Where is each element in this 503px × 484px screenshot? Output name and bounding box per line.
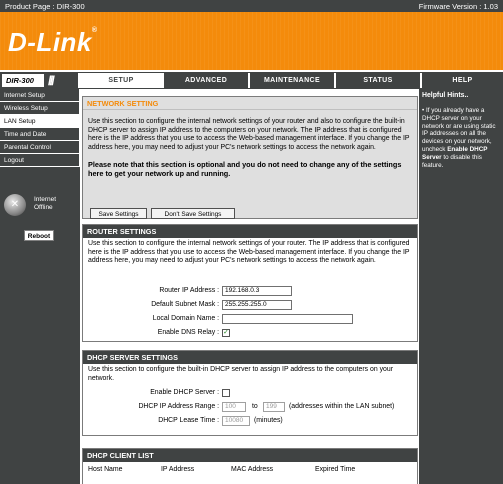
- offline-x-icon: ✕: [10, 199, 20, 210]
- top-bar: Product Page : DIR-300 Firmware Version …: [0, 0, 503, 12]
- dlink-logo: D-Link®: [8, 27, 98, 58]
- subnet-mask-label: Default Subnet Mask :: [151, 301, 219, 308]
- dont-save-settings-button[interactable]: Don't Save Settings: [151, 208, 235, 219]
- column-mac-address: MAC Address: [231, 466, 274, 473]
- dhcp-range-start-input[interactable]: 100: [222, 402, 246, 412]
- product-page-label: Product Page : DIR-300: [5, 2, 85, 11]
- dhcp-lease-label: DHCP Lease Time :: [158, 417, 219, 424]
- enable-dhcp-label: Enable DHCP Server :: [150, 389, 219, 396]
- main-content: NETWORK SETTING Use this section to conf…: [82, 91, 418, 484]
- dhcp-lease-input[interactable]: 10080: [222, 416, 250, 426]
- network-setting-note: Please note that this section is optiona…: [88, 160, 402, 178]
- dhcp-lease-unit: (minutes): [254, 417, 283, 424]
- slashes-decoration: ///: [48, 73, 55, 88]
- column-host-name: Host Name: [88, 466, 123, 473]
- router-ip-input[interactable]: 192.168.0.3: [222, 286, 292, 296]
- tab-help[interactable]: HELP: [420, 73, 503, 88]
- dhcp-server-section: DHCP SERVER SETTINGS Use this section to…: [82, 350, 418, 436]
- router-ip-label: Router IP Address :: [159, 287, 219, 294]
- internet-status-line2: Offline: [34, 204, 53, 211]
- internet-status: ✕ Internet Offline: [4, 194, 76, 218]
- dns-relay-checkbox[interactable]: ✓: [222, 329, 230, 337]
- local-domain-label: Local Domain Name :: [152, 315, 219, 322]
- sidebar: Internet Setup Wireless Setup LAN Setup …: [0, 89, 80, 484]
- dhcp-range-end-input[interactable]: 199: [263, 402, 285, 412]
- router-ip-row: Router IP Address : 192.168.0.3: [83, 286, 418, 297]
- sidebar-item-parental-control[interactable]: Parental Control: [0, 141, 80, 154]
- router-settings-title: ROUTER SETTINGS: [83, 225, 417, 238]
- reboot-button[interactable]: Reboot: [24, 230, 54, 241]
- dhcp-client-list-section: DHCP CLIENT LIST Host Name IP Address MA…: [82, 448, 418, 484]
- dns-relay-row: Enable DNS Relay : ✓: [83, 328, 418, 339]
- tab-setup[interactable]: SETUP: [78, 73, 162, 88]
- internet-status-text: Internet Offline: [34, 196, 56, 212]
- sidebar-item-time-and-date[interactable]: Time and Date: [0, 128, 80, 141]
- model-badge: DIR-300 ///: [0, 72, 78, 89]
- main-nav: DIR-300 /// SETUP ADVANCED MAINTENANCE S…: [0, 72, 503, 89]
- brand-banner: D-Link®: [0, 12, 503, 70]
- enable-dhcp-checkbox[interactable]: [222, 389, 230, 397]
- tab-maintenance[interactable]: MAINTENANCE: [248, 73, 334, 88]
- registered-mark: ®: [91, 27, 98, 34]
- hints-text: • If you already have a DHCP server on y…: [419, 99, 503, 169]
- logo-text: D-Link: [8, 27, 92, 57]
- network-setting-title: NETWORK SETTING: [83, 97, 417, 110]
- dhcp-range-to-label: to: [252, 403, 258, 410]
- network-setting-section: NETWORK SETTING Use this section to conf…: [82, 96, 418, 219]
- tab-status[interactable]: STATUS: [334, 73, 420, 88]
- firmware-version-label: Firmware Version : 1.03: [418, 2, 498, 11]
- local-domain-row: Local Domain Name :: [83, 314, 418, 325]
- network-setting-description: Use this section to configure the intern…: [88, 118, 410, 151]
- column-ip-address: IP Address: [161, 466, 195, 473]
- router-settings-description: Use this section to configure the intern…: [88, 240, 410, 264]
- sidebar-item-logout[interactable]: Logout: [0, 154, 80, 167]
- router-settings-section: ROUTER SETTINGS Use this section to conf…: [82, 224, 418, 342]
- hints-title: Helpful Hints..: [422, 92, 469, 99]
- dhcp-server-title: DHCP SERVER SETTINGS: [83, 351, 417, 364]
- column-expired-time: Expired Time: [315, 466, 356, 473]
- subnet-mask-input[interactable]: 255.255.255.0: [222, 300, 292, 310]
- model-label: DIR-300: [2, 74, 44, 87]
- dhcp-range-row: DHCP IP Address Range : 100 to 199 (addr…: [83, 402, 418, 413]
- sidebar-item-wireless-setup[interactable]: Wireless Setup: [0, 102, 80, 115]
- sidebar-item-lan-setup[interactable]: LAN Setup: [0, 115, 80, 128]
- dhcp-range-label: DHCP IP Address Range :: [138, 403, 219, 410]
- dhcp-lease-row: DHCP Lease Time : 10080 (minutes): [83, 416, 418, 427]
- helpful-hints-panel: Helpful Hints.. • If you already have a …: [418, 89, 503, 484]
- local-domain-input[interactable]: [222, 314, 353, 324]
- dns-relay-label: Enable DNS Relay :: [157, 329, 219, 336]
- dhcp-range-note: (addresses within the LAN subnet): [289, 403, 395, 410]
- internet-status-line1: Internet: [34, 196, 57, 203]
- save-settings-button[interactable]: Save Settings: [90, 208, 147, 219]
- sidebar-item-internet-setup[interactable]: Internet Setup: [0, 89, 80, 102]
- globe-icon: ✕: [4, 194, 26, 216]
- dhcp-client-list-title: DHCP CLIENT LIST: [83, 449, 417, 462]
- hint-bullet: •: [422, 107, 425, 114]
- tab-advanced[interactable]: ADVANCED: [162, 73, 248, 88]
- dhcp-server-description: Use this section to configure the built-…: [88, 366, 393, 382]
- dhcp-client-header-row: Host Name IP Address MAC Address Expired…: [83, 465, 418, 476]
- enable-dhcp-row: Enable DHCP Server :: [83, 388, 418, 399]
- subnet-mask-row: Default Subnet Mask : 255.255.255.0: [83, 300, 418, 311]
